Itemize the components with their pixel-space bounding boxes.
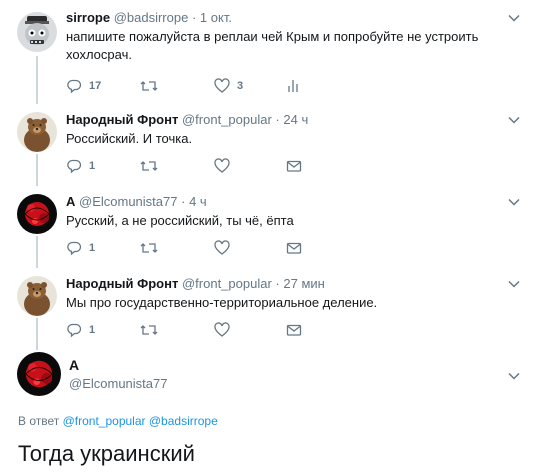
retweet-button[interactable] [140,239,158,257]
author-name[interactable]: sirrope [66,10,110,25]
like-button[interactable]: 3 [214,77,243,95]
avatar[interactable] [17,194,57,234]
reply-button[interactable]: 1 [66,157,95,175]
chevron-down-icon[interactable] [508,12,520,24]
chevron-down-icon[interactable] [508,370,520,382]
reply-icon [67,323,82,338]
reply-mention-link[interactable]: @badsirrope [149,414,218,428]
tweet-header: Народный Фронт @front_popular · 27 мин [66,276,325,292]
author-name[interactable]: Народный Фронт [66,112,178,127]
direct-message-button[interactable] [286,239,302,257]
separator-dot: · [275,112,280,127]
heart-icon [214,240,230,255]
separator-dot: · [275,276,280,291]
author-handle[interactable]: @badsirrope [114,10,189,25]
replying-to: В ответ @front_popular @badsirrope [18,414,218,428]
tweet-4[interactable]: Народный Фронт @front_popular · 27 мин М… [0,264,538,346]
reply-icon [67,159,82,174]
retweet-icon [140,81,158,91]
tweet-time[interactable]: 4 ч [189,194,207,209]
envelope-icon [286,242,302,254]
author-handle[interactable]: @Elcomunista77 [79,194,177,209]
tweet-time[interactable]: 24 ч [283,112,308,127]
reply-button[interactable]: 1 [66,239,95,257]
avatar[interactable] [17,276,57,316]
tweet-header: А @Elcomunista77 · 4 ч [66,194,207,210]
reply-count: 17 [89,80,102,92]
tweet-2[interactable]: Народный Фронт @front_popular · 24 ч Рос… [0,100,538,182]
chevron-down-icon[interactable] [508,114,520,126]
avatar[interactable] [17,112,57,152]
tweet-header: sirrope @badsirrope · 1 окт. [66,10,232,26]
like-button[interactable] [214,157,230,175]
avatar-red-art-icon [17,352,61,396]
like-count: 3 [237,80,244,92]
heart-icon [214,158,230,173]
analytics-icon [288,80,298,92]
separator-dot: · [191,10,197,25]
retweet-button[interactable] [140,321,158,339]
main-tweet-text: Тогда украинский [18,441,195,466]
main-author-name[interactable]: А [69,357,79,373]
avatar-bear-icon [17,112,57,152]
avatar[interactable] [17,12,57,52]
retweet-icon [140,243,158,253]
avatar[interactable] [17,352,61,396]
retweet-icon [140,325,158,335]
tweet-time[interactable]: 1 окт. [200,10,232,25]
retweet-icon [140,161,158,171]
envelope-icon [286,324,302,336]
main-author-handle[interactable]: @Elcomunista77 [69,376,167,391]
tweet-text: напишите пожалуйста в реплаи чей Крым и … [66,29,479,62]
like-button[interactable] [214,239,230,257]
reply-icon [67,241,82,256]
avatar-red-art-icon [17,194,57,234]
reply-button[interactable]: 1 [66,321,95,339]
analytics-button[interactable] [286,77,300,95]
reply-count: 1 [89,324,96,336]
retweet-button[interactable] [140,157,158,175]
avatar-bear-icon [17,276,57,316]
retweet-button[interactable] [140,77,158,95]
tweet-3[interactable]: А @Elcomunista77 · 4 ч Русский, а не рос… [0,182,538,264]
envelope-icon [286,160,302,172]
tweet-text: Российский. И точка. [66,131,193,146]
direct-message-button[interactable] [286,321,302,339]
separator-dot: · [181,194,186,209]
tweet-header: Народный Фронт @front_popular · 24 ч [66,112,308,128]
avatar-robot-icon [17,12,57,52]
reply-count: 1 [89,242,96,254]
reply-count: 1 [89,160,96,172]
heart-icon [214,78,230,93]
heart-icon [214,322,230,337]
reply-button[interactable]: 17 [66,77,101,95]
chevron-down-icon[interactable] [508,278,520,290]
chevron-down-icon[interactable] [508,196,520,208]
author-handle[interactable]: @front_popular [182,276,272,291]
replying-to-label: В ответ [18,414,60,428]
tweet-1[interactable]: sirrope @badsirrope · 1 окт. напишите по… [0,0,538,100]
author-name[interactable]: Народный Фронт [66,276,178,291]
tweet-text: Мы про государственно-территориальное де… [66,295,378,310]
tweet-text: Русский, а не российский, ты чё, ёпта [66,213,294,228]
direct-message-button[interactable] [286,157,302,175]
reply-mention-link[interactable]: @front_popular [63,414,146,428]
like-button[interactable] [214,321,230,339]
author-name[interactable]: А [66,194,75,209]
author-handle[interactable]: @front_popular [182,112,272,127]
tweet-time[interactable]: 27 мин [283,276,324,291]
reply-icon [67,79,82,94]
